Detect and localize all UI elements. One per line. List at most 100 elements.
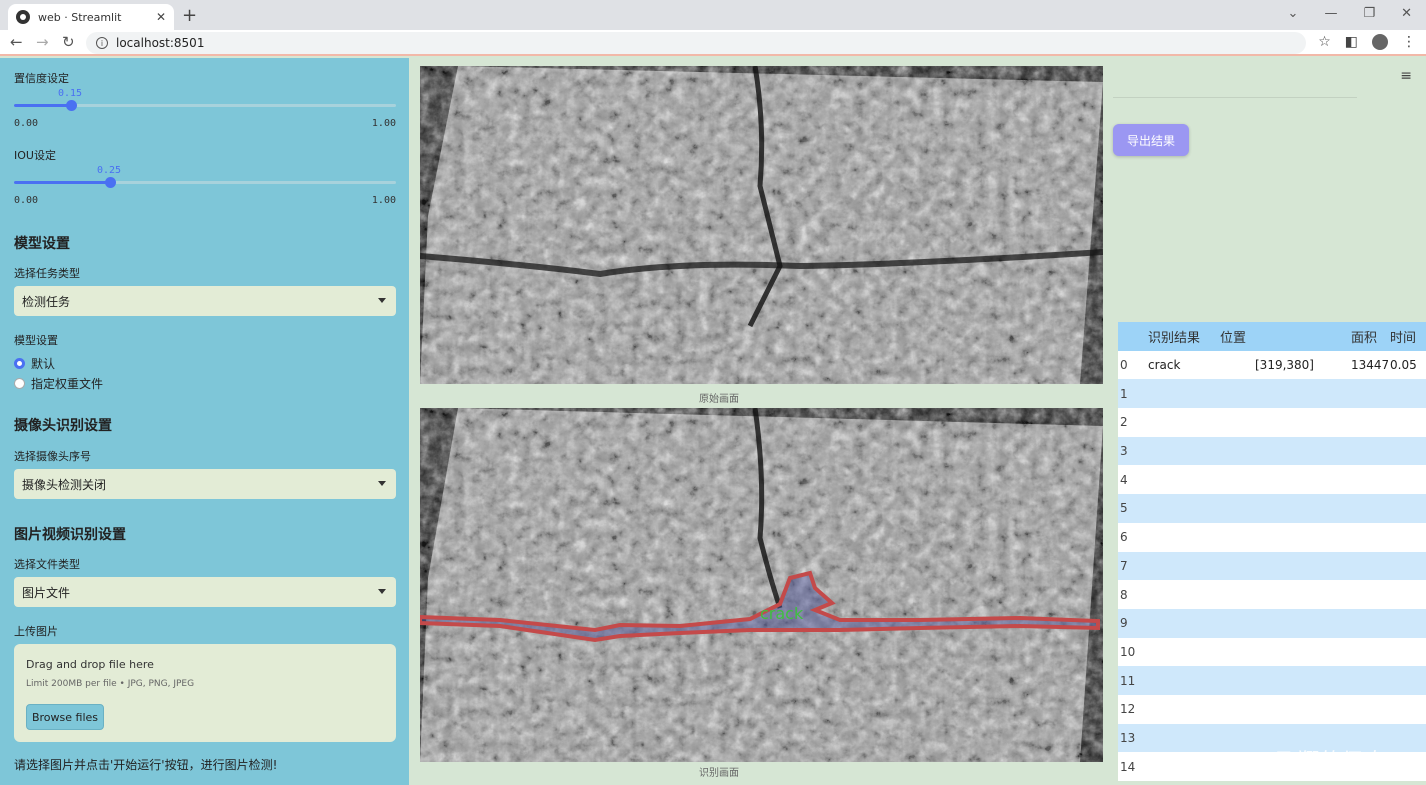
- minimize-icon[interactable]: —: [1324, 6, 1337, 21]
- radio-custom-weights-label: 指定权重文件: [31, 377, 104, 391]
- model-settings-heading: 模型设置: [14, 236, 70, 252]
- file-type-select[interactable]: 图片文件: [14, 577, 396, 607]
- task-type-value: 检测任务: [22, 294, 71, 309]
- iou-range: 0.00 1.00: [14, 195, 396, 206]
- site-info-icon[interactable]: i: [96, 37, 108, 49]
- table-row[interactable]: 8: [1118, 580, 1426, 609]
- results-table: 识别结果 位置 面积 时间 0 crack [319,380] 13447 0.05 1 2…: [1118, 322, 1426, 781]
- cell-index: 12: [1120, 702, 1136, 717]
- chevron-down-icon: [378, 298, 386, 303]
- header-time[interactable]: 时间: [1388, 327, 1426, 346]
- radio-unchecked-icon[interactable]: [14, 378, 25, 389]
- original-image-canvas: [420, 66, 1103, 384]
- browser-tabbar: web · Streamlit ✕ + ⌄ — ❐ ✕: [0, 0, 1426, 30]
- camera-index-select[interactable]: 摄像头检测关闭: [14, 469, 396, 499]
- chevron-down-icon: [378, 589, 386, 594]
- task-type-label: 选择任务类型: [14, 267, 80, 280]
- header-position[interactable]: 位置: [1218, 327, 1349, 346]
- cell-position: [319,380]: [1255, 358, 1314, 373]
- table-row[interactable]: 10: [1118, 637, 1426, 667]
- cell-time: 0.05: [1390, 358, 1417, 373]
- cell-index: 11: [1120, 673, 1136, 688]
- table-row[interactable]: 12: [1118, 694, 1426, 724]
- confidence-value: 0.15: [58, 88, 83, 99]
- result-image: crack: [420, 408, 1103, 762]
- table-row[interactable]: 5: [1118, 494, 1426, 523]
- cell-area: 13447: [1351, 358, 1388, 373]
- cell-index: 1: [1120, 386, 1128, 401]
- profile-avatar[interactable]: [1372, 34, 1388, 50]
- url-field[interactable]: i localhost:8501: [86, 32, 1306, 54]
- cell-index: 4: [1120, 472, 1128, 487]
- browse-files-button[interactable]: Browse files: [26, 704, 104, 730]
- header-area[interactable]: 面积: [1349, 327, 1388, 346]
- chevron-down-icon: [378, 481, 386, 486]
- confidence-label: 置信度设定: [14, 72, 69, 85]
- header-result[interactable]: 识别结果: [1144, 327, 1218, 346]
- tab-search-icon[interactable]: ⌄: [1288, 6, 1299, 21]
- streamlit-favicon-icon: [16, 10, 30, 24]
- table-row[interactable]: 1: [1118, 379, 1426, 409]
- iou-min: 0.00: [14, 195, 39, 206]
- table-row[interactable]: 3: [1118, 436, 1426, 466]
- table-row[interactable]: 7: [1118, 551, 1426, 581]
- table-row[interactable]: 2: [1118, 408, 1426, 437]
- run-hint: 请选择图片并点击'开始运行'按钮，进行图片检测!: [14, 758, 278, 772]
- table-row[interactable]: 9: [1118, 608, 1426, 638]
- confidence-slider-fill: [14, 104, 71, 107]
- task-type-select[interactable]: 检测任务: [14, 286, 396, 316]
- cell-index: 13: [1120, 730, 1136, 745]
- url-text: localhost:8501: [116, 36, 205, 50]
- camera-index-label: 选择摄像头序号: [14, 450, 91, 463]
- result-image-canvas: crack: [420, 408, 1103, 762]
- iou-slider[interactable]: [14, 177, 396, 188]
- forward-icon[interactable]: →: [36, 33, 49, 51]
- back-icon[interactable]: ←: [10, 33, 23, 51]
- cell-index: 0: [1120, 358, 1128, 373]
- bookmark-star-icon[interactable]: ☆: [1318, 34, 1331, 50]
- radio-default[interactable]: 默认: [14, 355, 55, 372]
- side-panel-icon[interactable]: ◧: [1345, 34, 1358, 50]
- radio-custom-weights[interactable]: 指定权重文件: [14, 375, 103, 392]
- table-row[interactable]: 6: [1118, 522, 1426, 552]
- close-window-icon[interactable]: ✕: [1401, 6, 1412, 21]
- result-caption: 识别画面: [699, 768, 739, 779]
- reload-icon[interactable]: ↻: [62, 33, 75, 51]
- table-row[interactable]: 0 crack [319,380] 13447 0.05: [1118, 350, 1426, 380]
- iou-slider-fill: [14, 181, 110, 184]
- cell-index: 9: [1120, 616, 1128, 631]
- media-settings-heading: 图片视频识别设置: [14, 527, 126, 543]
- close-tab-icon[interactable]: ✕: [156, 10, 166, 24]
- cell-index: 10: [1120, 644, 1136, 659]
- confidence-range: 0.00 1.00: [14, 118, 396, 129]
- original-caption: 原始画面: [699, 394, 739, 405]
- model-label: 模型设置: [14, 334, 58, 347]
- export-results-button[interactable]: 导出结果: [1113, 124, 1189, 156]
- new-tab-icon[interactable]: +: [182, 5, 197, 26]
- confidence-slider-thumb[interactable]: [66, 100, 77, 111]
- iou-slider-thumb[interactable]: [105, 177, 116, 188]
- upload-label: 上传图片: [14, 625, 58, 638]
- dropzone-limit: Limit 200MB per file • JPG, PNG, JPEG: [26, 679, 195, 689]
- browser-toolbar: ☆ ◧ ⋮: [1318, 34, 1416, 50]
- hamburger-menu-icon[interactable]: ≡: [1400, 68, 1412, 84]
- camera-index-value: 摄像头检测关闭: [22, 477, 107, 492]
- cell-index: 6: [1120, 530, 1128, 545]
- table-header-row: 识别结果 位置 面积 时间: [1118, 322, 1426, 351]
- detection-label: crack: [760, 604, 804, 623]
- file-dropzone[interactable]: Drag and drop file here Limit 200MB per …: [14, 644, 396, 742]
- browser-menu-icon[interactable]: ⋮: [1402, 34, 1416, 50]
- table-row[interactable]: 4: [1118, 465, 1426, 495]
- divider: [1113, 97, 1357, 98]
- restore-icon[interactable]: ❐: [1363, 6, 1375, 21]
- file-type-label: 选择文件类型: [14, 558, 80, 571]
- confidence-slider[interactable]: [14, 100, 396, 111]
- cell-result: crack: [1148, 358, 1181, 373]
- radio-checked-icon[interactable]: [14, 358, 25, 369]
- browser-tab[interactable]: web · Streamlit ✕: [8, 4, 174, 30]
- cell-index: 7: [1120, 558, 1128, 573]
- table-row[interactable]: 11: [1118, 666, 1426, 695]
- camera-settings-heading: 摄像头识别设置: [14, 418, 112, 434]
- window-controls: ⌄ — ❐ ✕: [1288, 6, 1412, 21]
- cell-index: 14: [1120, 759, 1136, 774]
